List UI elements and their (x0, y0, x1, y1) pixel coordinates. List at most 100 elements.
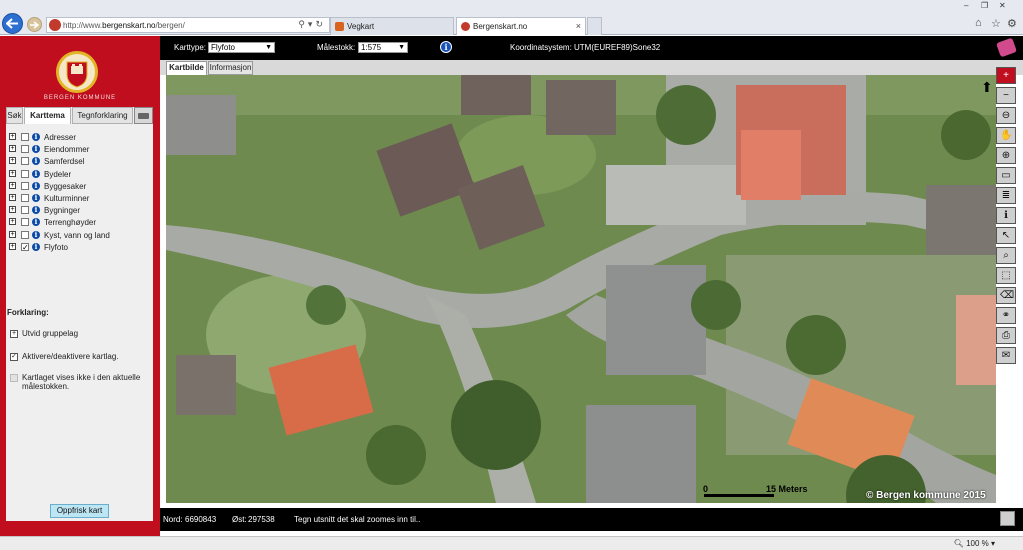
layer-checkbox[interactable] (21, 133, 29, 141)
info-icon[interactable]: i (32, 193, 40, 202)
expand-icon[interactable]: + (9, 230, 16, 238)
layers-button[interactable]: ≣ (996, 187, 1016, 204)
tool-hint: Tegn utsnitt det skal zoomes inn til.. (294, 515, 421, 524)
layer-checkbox[interactable]: ✓ (21, 242, 29, 251)
globe-button[interactable]: ⊕ (996, 147, 1016, 164)
eraser-button[interactable]: ⌫ (996, 287, 1016, 304)
layer-checkbox[interactable] (21, 218, 29, 227)
expand-icon[interactable]: + (9, 181, 16, 189)
notes-icon[interactable] (1000, 511, 1015, 526)
info-icon[interactable]: i (32, 218, 40, 227)
close-window-button[interactable]: ✕ (999, 1, 1006, 10)
logo-text: BERGEN KOMMUNE (43, 95, 117, 101)
zoom-previous-button[interactable]: ⊖ (996, 107, 1016, 124)
layer-checkbox[interactable] (21, 181, 29, 190)
expand-icon[interactable]: + (9, 206, 16, 214)
zoom-level[interactable]: 🔍︎ 100 % ▾ (954, 539, 995, 548)
info-icon[interactable]: i (32, 242, 40, 251)
new-tab-button[interactable] (587, 17, 602, 35)
info-icon[interactable]: i (32, 133, 40, 141)
globe-icon: ⊕ (1001, 150, 1011, 161)
tab-kartbilde[interactable]: Kartbilde (166, 61, 207, 75)
print-icon: ⎙ (1002, 330, 1010, 341)
pan-button[interactable]: ✋ (996, 127, 1016, 144)
checkbox-icon: ✓ (10, 353, 18, 361)
info-icon[interactable]: i (32, 206, 40, 215)
print-button[interactable] (134, 107, 153, 124)
info-icon[interactable]: i (440, 41, 452, 53)
expand-icon[interactable]: + (9, 242, 16, 250)
map-topbar: Karttype: Flyfoto ▼ i Målestokk: 1:575 ▼… (160, 36, 1023, 60)
refresh-map-button[interactable]: Oppfrisk kart (50, 504, 109, 518)
left-panel: BERGEN KOMMUNE Søk Karttema Tegnforklari… (0, 36, 160, 536)
select-button[interactable]: ↖ (996, 227, 1016, 244)
zoom-icon: 🔍︎ (953, 539, 967, 548)
layer-checkbox[interactable] (21, 157, 29, 166)
print-map-button[interactable]: ⎙ (996, 327, 1016, 344)
home-icon[interactable]: ⌂ (975, 17, 982, 29)
zoom-out-button[interactable]: − (996, 87, 1016, 104)
layer-item: + i Kyst, vann og land (6, 230, 153, 242)
address-actions[interactable]: ⚲▾↻ (298, 19, 326, 30)
expand-icon[interactable]: + (9, 157, 16, 165)
back-button[interactable] (2, 13, 23, 34)
zoom-in-button[interactable]: + (996, 67, 1016, 84)
layer-checkbox[interactable] (21, 145, 29, 154)
forward-button[interactable] (27, 17, 42, 32)
karttype-select[interactable]: Flyfoto ▼ (208, 42, 275, 53)
search-icon[interactable]: ⚲ (298, 19, 308, 29)
expand-icon[interactable]: + (9, 193, 16, 201)
forward-arrow-icon (30, 20, 39, 29)
tab-tegnforklaring[interactable]: Tegnforklaring (72, 107, 133, 124)
tab-karttema[interactable]: Karttema (24, 107, 71, 124)
expand-icon[interactable]: + (9, 218, 16, 226)
tab-sok[interactable]: Søk (6, 107, 23, 124)
info-icon[interactable]: i (32, 157, 40, 166)
layer-item: + i Kulturminner (6, 193, 153, 205)
layer-checkbox[interactable] (21, 169, 29, 178)
info-icon[interactable]: i (32, 230, 40, 239)
expand-icon[interactable]: + (9, 169, 16, 177)
tab-vegkart[interactable]: Vegkart (330, 17, 454, 35)
binoculars-icon: ⚭ (1001, 310, 1011, 321)
area-select-button[interactable]: ⬚ (996, 267, 1016, 284)
ost-label: Øst: (232, 515, 247, 524)
malestokk-select[interactable]: 1:575 ▼ (358, 42, 408, 53)
forklaring-heading: Forklaring: (7, 308, 49, 317)
full-extent-button[interactable]: ▭ (996, 167, 1016, 184)
layer-item: + i Samferdsel (6, 156, 153, 168)
clear-button[interactable] (995, 37, 1018, 58)
expand-icon[interactable]: + (9, 133, 16, 140)
legend-text: Utvid gruppelag (22, 329, 79, 338)
layer-checkbox[interactable] (21, 193, 29, 202)
copyright-text: © Bergen kommune 2015 (866, 490, 986, 501)
star-icon[interactable]: ☆ (991, 17, 1001, 30)
expand-icon[interactable]: + (9, 145, 16, 153)
zoom-select-icon: ⌕ (1003, 250, 1009, 261)
tab-bergenskart[interactable]: Bergenskart.no × (456, 17, 586, 35)
info-icon[interactable]: i (32, 145, 40, 154)
layer-name: Flyfoto (44, 242, 69, 252)
close-tab-icon[interactable]: × (576, 21, 581, 31)
layer-checkbox[interactable] (21, 206, 29, 215)
info-button[interactable]: ℹ (996, 207, 1016, 224)
binoculars-button[interactable]: ⚭ (996, 307, 1016, 324)
mail-button[interactable]: ✉ (996, 347, 1016, 364)
map-view[interactable]: ⬆ 0 15 Meters © Bergen kommune 2015 (166, 75, 996, 503)
zoom-value: 100 % (966, 539, 989, 548)
refresh-icon[interactable]: ↻ (315, 19, 326, 29)
chevron-down-icon: ▼ (265, 44, 272, 51)
map-toolbar: + − ⊖ ✋ ⊕ ▭ ≣ ℹ ↖ ⌕ ⬚ ⌫ ⚭ ⎙ ✉ (996, 67, 1018, 367)
tab-informasjon[interactable]: Informasjon (208, 61, 253, 75)
area-select-icon: ⬚ (1001, 270, 1011, 281)
restore-button[interactable]: ❐ (981, 1, 988, 10)
minimize-button[interactable]: – (964, 1, 968, 10)
info-icon[interactable]: i (32, 181, 40, 190)
address-bar[interactable]: http://www.bergenskart.no/bergen/ ⚲▾↻ (46, 17, 330, 33)
gear-icon[interactable]: ⚙ (1007, 17, 1017, 30)
zoom-select-button[interactable]: ⌕ (996, 247, 1016, 264)
info-icon: ℹ (1004, 210, 1008, 221)
info-icon[interactable]: i (32, 169, 40, 178)
koordinat-label: Koordinatsystem: (510, 43, 572, 52)
layer-checkbox[interactable] (21, 230, 29, 239)
